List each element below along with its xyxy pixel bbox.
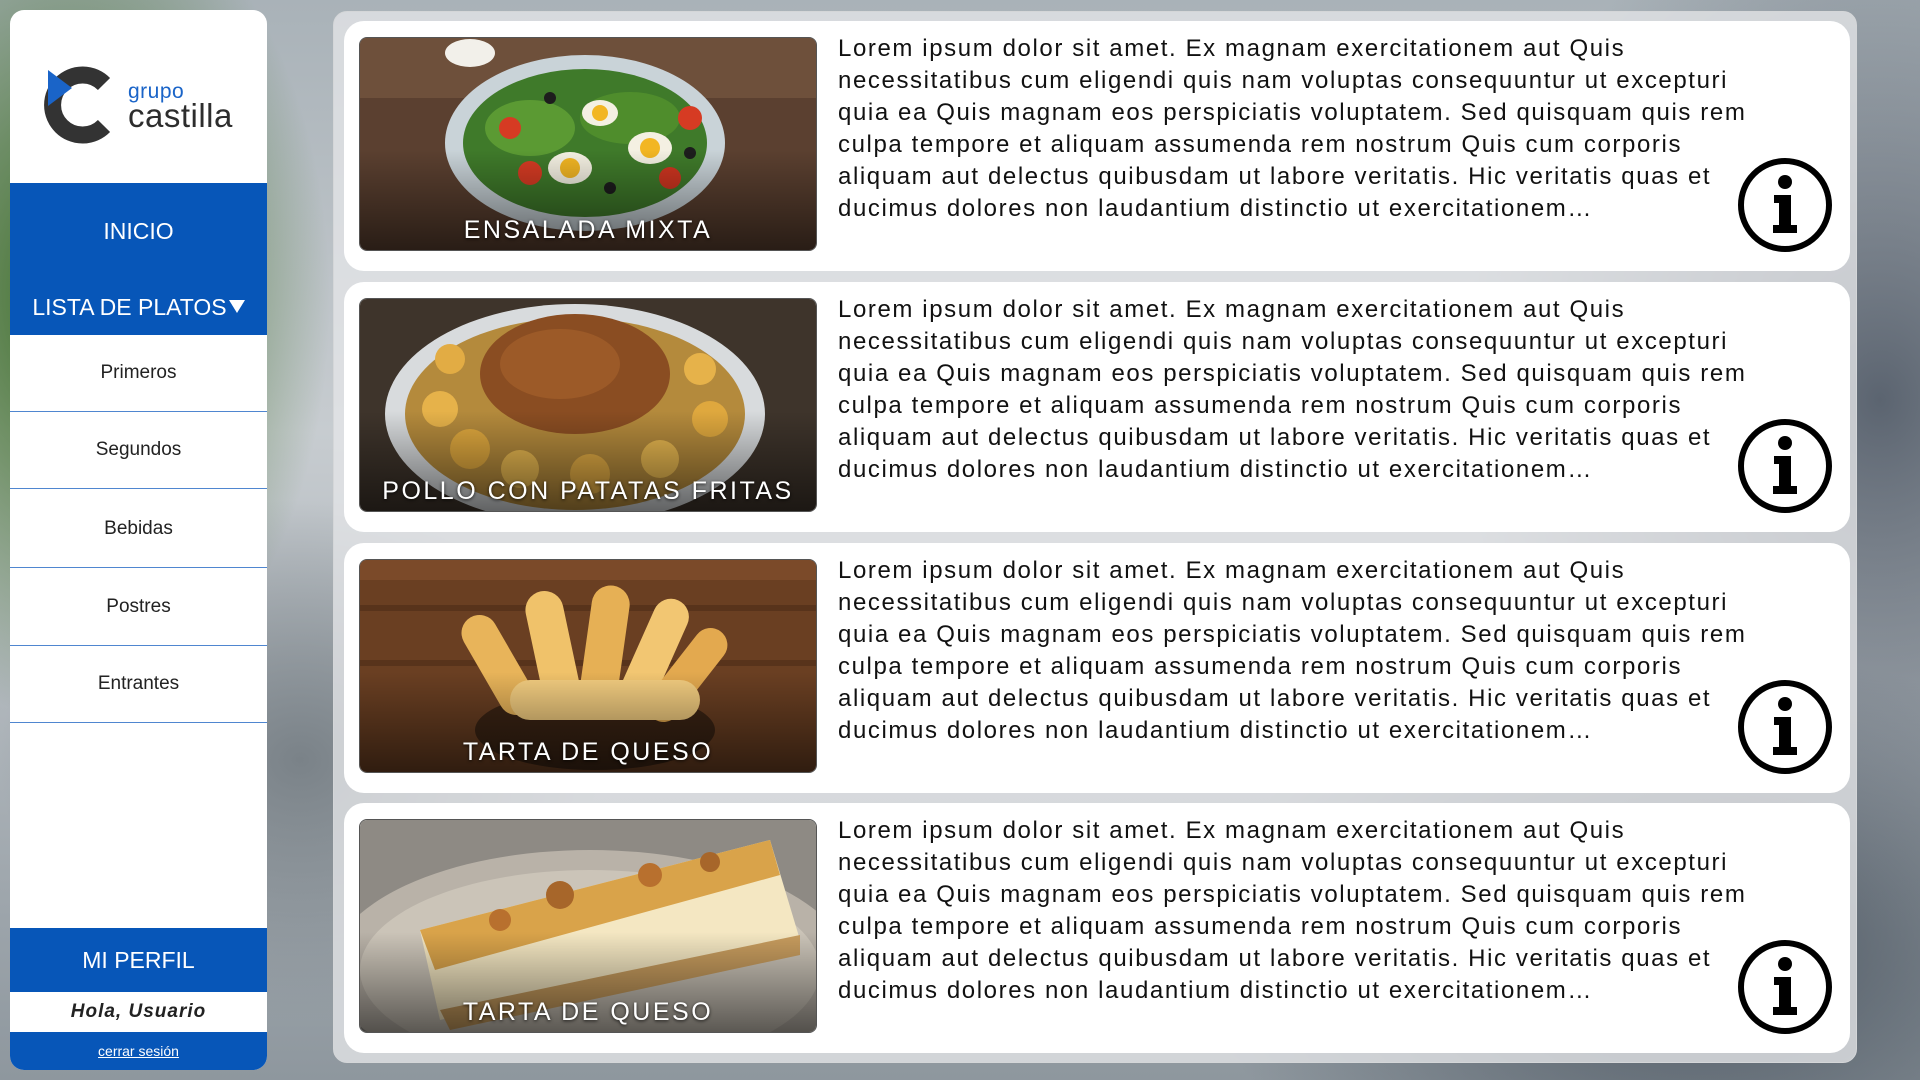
user-greeting: Hola, Usuario (70, 1001, 207, 1022)
submenu-item-postres[interactable]: Postres (10, 569, 267, 646)
info-icon[interactable] (1737, 939, 1833, 1035)
dish-image[interactable]: ENSALADA MIXTA (359, 37, 817, 251)
nav-lista-label: LISTA DE PLATOS (32, 294, 227, 320)
dish-card: TARTA DE QUESO Lorem ipsum dolor sit ame… (344, 543, 1850, 793)
dish-title: TARTA DE QUESO (462, 998, 714, 1026)
logout-link[interactable]: cerrar sesión (98, 1043, 179, 1059)
nav-inicio-label: INICIO (103, 218, 174, 244)
info-icon[interactable] (1737, 157, 1833, 253)
submenu-item-segundos[interactable]: Segundos (10, 412, 267, 489)
dish-image[interactable]: TARTA DE QUESO (359, 559, 817, 773)
dish-title: TARTA DE QUESO (462, 738, 714, 766)
mi-perfil-button[interactable]: MI PERFIL (10, 928, 267, 992)
dish-image[interactable]: TARTA DE QUESO (359, 819, 817, 1033)
grupo-castilla-logo-icon (44, 66, 111, 144)
dish-image[interactable]: POLLO CON PATATAS FRITAS (359, 298, 817, 512)
dish-description: Lorem ipsum dolor sit amet. Ex magnam ex… (838, 817, 1747, 1004)
dish-title: ENSALADA MIXTA (463, 216, 713, 244)
dish-description: Lorem ipsum dolor sit amet. Ex magnam ex… (838, 557, 1747, 744)
dish-card: TARTA DE QUESO Lorem ipsum dolor sit ame… (344, 803, 1850, 1053)
dish-card: POLLO CON PATATAS FRITAS Lorem ipsum dol… (344, 282, 1850, 532)
info-icon[interactable] (1737, 679, 1833, 775)
logo: grupo castilla (10, 10, 267, 183)
dish-description: Lorem ipsum dolor sit amet. Ex magnam ex… (838, 296, 1747, 483)
main-nav: INICIO LISTA DE PLATOS (10, 183, 267, 335)
logo-text-castilla: castilla (128, 97, 233, 134)
sidebar: grupo castilla INICIO LISTA DE PLATOS Pr… (10, 10, 267, 1070)
nav-lista-de-platos[interactable]: LISTA DE PLATOS (10, 294, 267, 321)
submenu-item-primeros[interactable]: Primeros (10, 335, 267, 412)
dish-card: ENSALADA MIXTA Lorem ipsum dolor sit ame… (344, 21, 1850, 271)
nav-inicio[interactable]: INICIO (10, 218, 267, 245)
submenu-item-bebidas[interactable]: Bebidas (10, 491, 267, 568)
caret-down-icon (228, 300, 245, 313)
logout-bar: cerrar sesión (10, 1032, 267, 1070)
submenu-item-entrantes[interactable]: Entrantes (10, 646, 267, 723)
dish-description: Lorem ipsum dolor sit amet. Ex magnam ex… (838, 35, 1747, 222)
info-icon[interactable] (1737, 418, 1833, 514)
dish-title: POLLO CON PATATAS FRITAS (382, 477, 794, 505)
